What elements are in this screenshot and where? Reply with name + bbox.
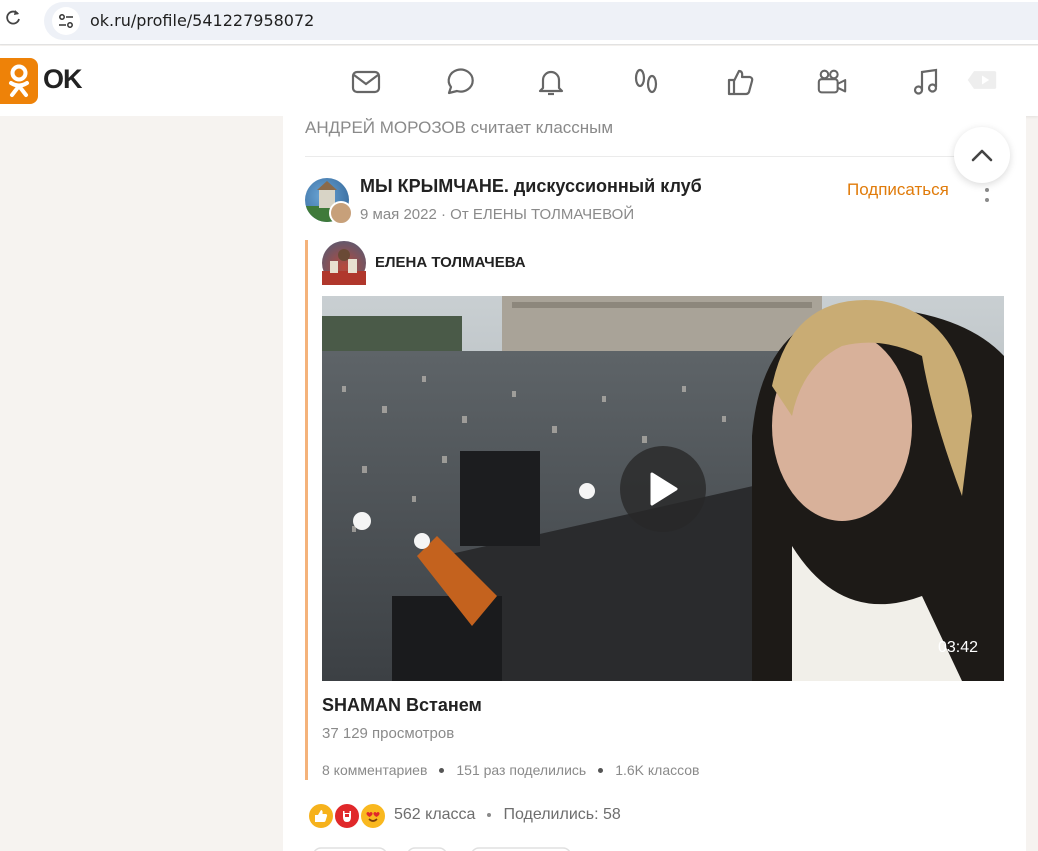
- address-bar[interactable]: ok.ru/profile/541227958072: [44, 2, 1038, 40]
- chat-bubble-icon[interactable]: [443, 66, 475, 98]
- post-stats: 8 комментариев 151 раз поделились 1.6K к…: [322, 762, 700, 778]
- shares-count[interactable]: 151 раз поделились: [456, 762, 586, 778]
- liked-by-text: АНДРЕЙ МОРОЗОВ считает классным: [305, 118, 614, 137]
- post-meta: 9 мая 2022 · От ЕЛЕНЫ ТОЛМАЧЕВОЙ: [360, 206, 634, 223]
- video-title[interactable]: SHAMAN Встанем: [322, 695, 482, 716]
- classes-count[interactable]: 1.6K классов: [615, 762, 699, 778]
- video-duration: 03:42: [937, 639, 978, 656]
- video-play-icon[interactable]: [966, 64, 998, 96]
- action-buttons-row: [313, 847, 571, 851]
- thumbs-up-icon[interactable]: [724, 66, 756, 98]
- stats-separator: [439, 767, 445, 773]
- divider: [305, 156, 1005, 157]
- reload-icon[interactable]: [4, 9, 22, 27]
- feed-card: АНДРЕЙ МОРОЗОВ считает классным МЫ КРЫМЧ…: [283, 116, 1026, 851]
- footprints-icon[interactable]: [630, 66, 662, 98]
- author-name[interactable]: ЕЛЕНА ТОЛМАЧЕВА: [375, 254, 526, 271]
- play-icon[interactable]: [620, 446, 706, 532]
- chevron-up-icon: [971, 149, 993, 162]
- reactions-text: 562 класса Поделились: 58: [394, 806, 621, 824]
- reactions-separator: [487, 813, 492, 817]
- site-settings-icon[interactable]: [52, 7, 80, 35]
- url-text[interactable]: ok.ru/profile/541227958072: [90, 11, 314, 30]
- comments-count[interactable]: 8 комментариев: [322, 762, 427, 778]
- meta-separator: ·: [441, 206, 451, 223]
- music-note-icon[interactable]: [910, 66, 942, 98]
- post-date[interactable]: 9 мая 2022: [360, 206, 437, 223]
- group-avatar-badge: [329, 201, 353, 225]
- stats-separator: [598, 767, 604, 773]
- scroll-to-top-button[interactable]: [954, 127, 1010, 183]
- envelope-icon[interactable]: [350, 66, 382, 98]
- repost-indicator: [305, 240, 308, 780]
- author-avatar[interactable]: [322, 241, 366, 285]
- bell-icon[interactable]: [535, 66, 567, 98]
- subscribe-button[interactable]: Подписаться: [847, 180, 949, 200]
- video-camera-icon[interactable]: [816, 66, 848, 98]
- shared-total[interactable]: Поделились: 58: [503, 806, 620, 824]
- love-reaction-icon: [359, 802, 387, 830]
- left-sidebar: [0, 116, 283, 851]
- like-reaction-icon: [307, 802, 335, 830]
- post-author-ref[interactable]: От ЕЛЕНЫ ТОЛМАЧЕВОЙ: [450, 206, 634, 223]
- logo-text[interactable]: OK: [43, 64, 82, 95]
- rock-reaction-icon: [333, 802, 361, 830]
- video-player[interactable]: 03:42: [322, 296, 1004, 681]
- classes-total[interactable]: 562 класса: [394, 806, 475, 824]
- ok-logo-icon[interactable]: [0, 58, 38, 104]
- site-header: OK: [0, 46, 1038, 116]
- group-name[interactable]: МЫ КРЫМЧАНЕ. дискуссионный клуб: [360, 176, 702, 197]
- reactions-summary[interactable]: [307, 802, 391, 830]
- browser-toolbar: ok.ru/profile/541227958072: [0, 0, 1038, 45]
- view-count: 37 129 просмотров: [322, 725, 455, 742]
